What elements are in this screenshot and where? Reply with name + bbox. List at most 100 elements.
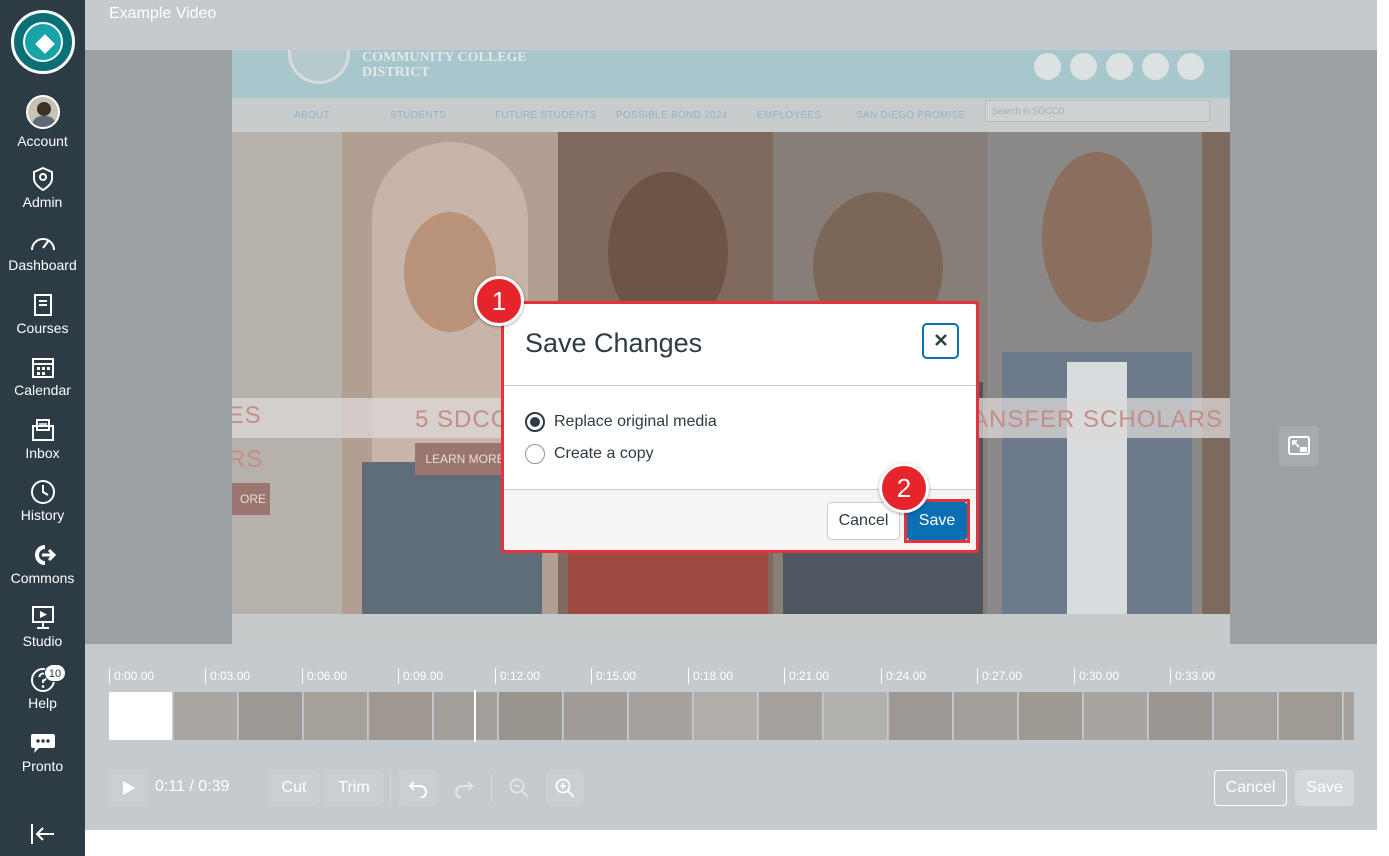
facebook-icon: [1034, 53, 1061, 80]
timeline-tick: 0:24.00: [881, 668, 926, 684]
editor-titlebar: Example Video: [85, 0, 1377, 50]
photo-panel: [987, 132, 1202, 614]
nav-item-calendar[interactable]: Calendar: [0, 353, 85, 411]
inbox-icon: [0, 416, 85, 444]
timeline-playhead[interactable]: [474, 690, 476, 742]
toolbar-divider: [390, 774, 391, 802]
bottom-bar: [85, 830, 1377, 856]
frame-learn-more: LEARN MORE: [415, 443, 515, 475]
timeline-tick: 0:03.00: [205, 668, 250, 684]
commons-icon: [0, 541, 85, 569]
nav-item-courses[interactable]: Courses: [0, 291, 85, 349]
frame-nav-link: POSSIBLE BOND 2024: [616, 110, 728, 121]
nav-item-pronto[interactable]: Pronto: [0, 729, 85, 787]
nav-label: Studio: [22, 633, 63, 649]
nav-label: Commons: [10, 570, 75, 586]
undo-icon: [408, 781, 427, 799]
timeline-tick: 0:15.00: [591, 668, 636, 684]
notification-badge: 10: [44, 664, 66, 682]
timeline-tick: 0:00.00: [109, 668, 154, 684]
timeline: 0:00.00 0:03.00 0:06.00 0:09.00 0:12.00 …: [85, 644, 1377, 830]
nav-label: Dashboard: [8, 257, 77, 273]
cut-button[interactable]: Cut: [269, 770, 319, 806]
studio-icon: [0, 604, 85, 632]
radio-label: Create a copy: [554, 445, 654, 462]
nav-label: Account: [17, 133, 68, 149]
timeline-tick: 0:33.00: [1170, 668, 1215, 684]
timeline-tick: 0:30.00: [1074, 668, 1119, 684]
radio-label: Replace original media: [554, 413, 717, 430]
scrollbar-track: [1377, 0, 1389, 856]
redo-icon: [455, 781, 474, 799]
banner-text: IES: [232, 402, 262, 429]
collapse-arrow-icon: [31, 824, 54, 844]
timeline-tick: 0:27.00: [977, 668, 1022, 684]
video-title: Example Video: [109, 5, 217, 22]
editor-save-button[interactable]: Save: [1295, 770, 1354, 806]
nav-label: Courses: [16, 320, 69, 336]
nav-label: Inbox: [25, 445, 60, 461]
radio-button[interactable]: [525, 444, 545, 464]
nav-item-studio[interactable]: Studio: [0, 604, 85, 662]
frame-nav-link: STUDENTS: [390, 110, 447, 121]
nav-label: Help: [28, 695, 57, 711]
redo-button[interactable]: [445, 770, 483, 806]
nav-label: Calendar: [14, 382, 71, 398]
zoom-out-icon: [509, 778, 529, 798]
timeline-tick: 0:09.00: [398, 668, 443, 684]
zoom-out-button[interactable]: [500, 770, 538, 806]
timeline-thumbnail-strip[interactable]: [109, 692, 1354, 740]
nav-item-inbox[interactable]: Inbox: [0, 416, 85, 474]
save-changes-dialog: Save Changes Replace original media Crea…: [504, 304, 976, 550]
avatar: [0, 92, 85, 132]
nav-item-help[interactable]: 10 Help: [0, 664, 85, 724]
zoom-in-button[interactable]: [546, 770, 584, 806]
banner-text: RS: [232, 446, 264, 473]
play-button[interactable]: [109, 770, 147, 806]
nav-item-admin[interactable]: Admin: [0, 165, 85, 223]
banner-text: ANSFER SCHOLARS: [972, 406, 1224, 433]
trim-button[interactable]: Trim: [325, 770, 383, 806]
editor-cancel-button[interactable]: Cancel: [1214, 770, 1287, 806]
close-button[interactable]: [922, 323, 959, 359]
nav-label: History: [20, 507, 65, 523]
frame-nav-link: SAN DIEGO PROMISE: [856, 110, 966, 121]
nav-label: Pronto: [21, 758, 64, 774]
clock-icon: [0, 478, 85, 506]
college-logo[interactable]: [11, 10, 75, 74]
toolbar-divider: [491, 774, 492, 802]
frame-site-nav: ABOUT STUDENTS FUTURE STUDENTS POSSIBLE …: [232, 98, 1230, 132]
zoom-in-icon: [555, 778, 575, 798]
undo-button[interactable]: [399, 770, 437, 806]
nav-label: Admin: [22, 194, 63, 210]
frame-nav-link: FUTURE STUDENTS: [495, 110, 597, 121]
timeline-tick: 0:21.00: [784, 668, 829, 684]
book-icon: [0, 291, 85, 319]
nav-item-commons[interactable]: Commons: [0, 541, 85, 599]
frame-nav-link: ABOUT: [294, 110, 330, 121]
frame-footer: [342, 614, 1230, 644]
close-icon: [934, 333, 947, 346]
picture-in-picture-button[interactable]: [1279, 426, 1319, 466]
logo-emblem: [23, 22, 63, 62]
radio-button-checked[interactable]: [525, 412, 545, 432]
dialog-header: Save Changes: [504, 304, 976, 386]
banner-text: 5 SDCC: [415, 406, 510, 433]
photo-panel: [1202, 132, 1230, 614]
frame-header: COMMUNITY COLLEGE DISTRICT: [232, 50, 1230, 98]
instagram-icon: [1106, 53, 1133, 80]
linkedin-icon: [1177, 53, 1204, 80]
nav-item-dashboard[interactable]: Dashboard: [0, 228, 85, 286]
collapse-nav-button[interactable]: [26, 822, 60, 848]
college-name: COMMUNITY COLLEGE DISTRICT: [362, 50, 527, 80]
help-icon: [0, 666, 85, 694]
dialog-title: Save Changes: [525, 328, 703, 358]
youtube-icon: [1142, 53, 1169, 80]
frame-search-box: Search in SDCCD: [985, 100, 1210, 122]
nav-item-account[interactable]: Account: [0, 92, 85, 150]
timecode: 0:11 / 0:39: [155, 778, 230, 795]
shield-icon: [0, 165, 85, 193]
speedometer-icon: [0, 228, 85, 256]
nav-item-history[interactable]: History: [0, 478, 85, 536]
step-callout-1: 1: [474, 276, 524, 326]
